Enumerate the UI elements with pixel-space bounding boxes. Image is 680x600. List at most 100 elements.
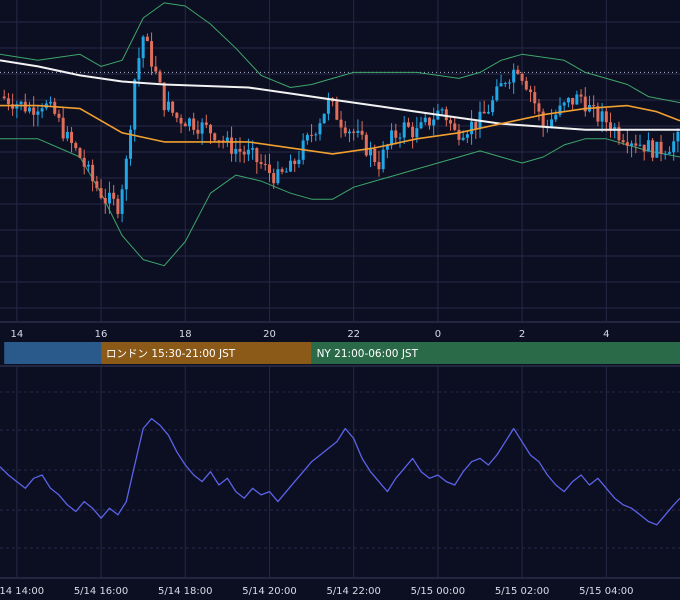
candle-down [444, 109, 448, 121]
candle-up [347, 131, 351, 134]
trading-chart: 14 16 18 20 22 0 2 4 ロンドン 15:30-21:00 JST NY 21:0… [0, 0, 680, 600]
candle-down [457, 129, 461, 140]
candle-down [339, 119, 343, 128]
candle-up [503, 83, 507, 85]
candle-down [209, 124, 213, 134]
candle-down [592, 105, 596, 107]
candle-down [406, 122, 410, 127]
chart-canvas[interactable]: 14 16 18 20 22 0 2 4 ロンドン 15:30-21:00 JST NY 21:0… [0, 0, 680, 600]
candle-up [27, 107, 31, 112]
candle-down [280, 169, 284, 172]
candle-down [57, 113, 61, 118]
candle-up [65, 131, 69, 139]
candle-down [537, 103, 541, 112]
session-label: NY 21:00-06:00 JST [317, 348, 419, 360]
candle-down [204, 122, 208, 125]
candle-down [242, 151, 246, 155]
candle-up [667, 152, 671, 154]
candle-up [575, 94, 579, 105]
candle-down [427, 117, 431, 126]
candle-up [246, 149, 250, 155]
candle-up [646, 140, 650, 152]
candle-up [289, 160, 293, 172]
candle-up [419, 122, 423, 129]
bollinger-lower-line [0, 138, 680, 267]
oscillator-x-tick-label: 5/14 16:00 [74, 586, 128, 597]
oscillator-line [0, 417, 680, 526]
oscillator-x-tick-label: 5/14 14:00 [0, 586, 44, 597]
oscillator-x-tick-label: 5/15 02:00 [495, 586, 549, 597]
candle-down [642, 144, 646, 152]
candle-up [461, 137, 465, 140]
candle-down [145, 36, 149, 42]
candle-down [158, 71, 162, 83]
candle-down [604, 111, 608, 123]
candle-up [663, 153, 667, 155]
candle-up [432, 119, 436, 126]
candle-down [230, 137, 234, 154]
candle-up [297, 159, 301, 165]
candle-down [272, 173, 276, 184]
candle-down [377, 162, 381, 170]
candle-up [672, 141, 676, 153]
candle-down [259, 162, 263, 165]
candle-down [524, 80, 528, 90]
candle-down [621, 140, 625, 143]
candle-down [23, 101, 27, 112]
candle-down [352, 131, 356, 133]
main-x-tick-label: 2 [519, 329, 525, 340]
candle-up [381, 149, 385, 170]
main-x-tick-label: 18 [179, 329, 192, 340]
candle-down [154, 66, 158, 72]
candle-up [499, 83, 503, 87]
candle-up [166, 101, 170, 111]
candle-down [364, 134, 368, 156]
candle-down [659, 141, 663, 154]
candle-down [651, 140, 655, 158]
candle-down [634, 143, 638, 146]
main-x-tick-label: 20 [263, 329, 276, 340]
bollinger-upper-line [0, 2, 680, 104]
candle-up [124, 158, 128, 190]
candle-up [356, 130, 360, 133]
candle-down [32, 107, 36, 115]
candle-down [373, 148, 377, 163]
session-band [4, 342, 102, 364]
candle-up [507, 82, 511, 84]
candle-up [200, 122, 204, 134]
candle-up [318, 123, 322, 135]
main-x-tick-label: 4 [603, 329, 609, 340]
candle-down [533, 92, 537, 104]
candle-up [390, 130, 394, 146]
candle-down [162, 82, 166, 111]
candle-down [179, 117, 183, 124]
candle-up [562, 102, 566, 106]
candle-down [196, 129, 200, 134]
candle-up [470, 121, 474, 135]
candle-down [579, 94, 583, 97]
candle-down [70, 131, 74, 144]
main-x-tick-label: 0 [435, 329, 441, 340]
oscillator-x-tick-label: 5/14 20:00 [242, 586, 296, 597]
candle-up [566, 97, 570, 103]
candle-down [411, 126, 415, 138]
candle-up [558, 105, 562, 115]
candle-up [440, 109, 444, 111]
candle-up [107, 192, 111, 204]
candle-down [625, 142, 629, 146]
candle-down [449, 120, 453, 124]
candle-up [133, 79, 137, 130]
candle-up [284, 171, 288, 173]
candle-down [343, 127, 347, 134]
candle-down [255, 148, 259, 163]
candle-up [326, 98, 330, 114]
candle-up [655, 141, 659, 158]
candle-up [137, 58, 141, 80]
candle-up [600, 111, 604, 122]
candle-down [293, 160, 297, 165]
candle-down [78, 148, 82, 158]
candle-up [491, 100, 495, 113]
candle-down [103, 197, 107, 204]
candle-up [314, 134, 318, 136]
candle-down [171, 101, 175, 113]
